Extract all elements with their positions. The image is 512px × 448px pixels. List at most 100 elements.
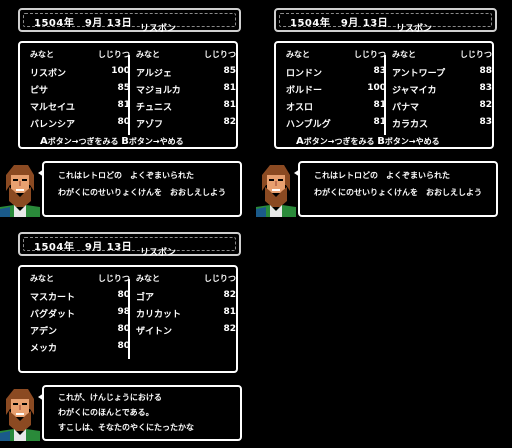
dialogue-line: わがくにのせいりょくけんを おおしえしよう (314, 188, 482, 197)
port-name: アルジェ (136, 69, 172, 79)
table-row: カリカット 81 (136, 307, 236, 324)
support-table: みなと しじりつ リスボン 100 ピサ 85 マルセイユ 81 バレンシア 80 みなと しじりつア… (18, 41, 238, 149)
table-row: マルセイユ 81 (30, 100, 130, 117)
port-name: カラカス (392, 120, 429, 130)
a-button-hint: ボタン→つぎをみる (47, 137, 119, 146)
port-name: ザイトン (136, 327, 173, 337)
date-label: 1504年 9月 13日 (34, 242, 133, 253)
support-header: しじりつ (353, 50, 386, 59)
support-value: 85 (223, 66, 236, 76)
dialogue-line: これはレトロどの よくぞまいられた (314, 171, 450, 180)
table-header-row: みなと しじりつ (30, 273, 130, 290)
port-name: オスロ (286, 103, 314, 113)
support-header: しじりつ (203, 50, 236, 59)
king-portrait (256, 161, 296, 217)
port-header: みなと (392, 50, 416, 59)
date-label: 1504年 9月 13日 (34, 18, 133, 29)
port-name: メッカ (30, 344, 58, 354)
table-row: チュニス 81 (136, 100, 236, 117)
table-row: アルジェ 85 (136, 66, 236, 83)
table-row: バグダット 98 (30, 307, 130, 324)
king-portrait-icon (256, 161, 296, 217)
table-header-row: みなと しじりつ (136, 273, 236, 290)
support-value: 81 (223, 100, 236, 110)
dialogue-line: これが、けんじょうにおける (58, 393, 162, 402)
port-name: バグダット (30, 310, 76, 320)
table-row: オスロ 81 (286, 100, 386, 117)
support-header: しじりつ (459, 50, 492, 59)
support-column-left: みなと しじりつ リスボン 100 ピサ 85 マルセイユ 81 バレンシア 80 (30, 49, 130, 134)
a-button-label: A (40, 136, 48, 147)
port-name: ボルドー (286, 86, 323, 96)
table-row: アゾフ 82 (136, 117, 236, 134)
table-row: カラカス 83 (392, 117, 492, 134)
support-column-right: みなと しじりつ アルジェ 85 マジョルカ 81 チュニス 81 アゾフ 82 (136, 49, 236, 134)
support-value: 81 (223, 307, 236, 317)
table-header-row: みなと しじりつ (392, 49, 492, 66)
column-divider (384, 55, 386, 135)
king-portrait-icon (0, 161, 40, 217)
support-table: みなと しじりつ ロンドン 83 ボルドー 100 オスロ 81 ハンブルグ 81 みなと しじりつア… (274, 41, 494, 149)
support-column-right: みなと しじりつゴア 82 カリカット 81 ザイトン 82 (136, 273, 236, 341)
port-header: みなと (136, 274, 160, 283)
info-panel: 1504年 9月 13日 リスボン みなと しじりつ マスカート 80 バグダット 98 アデン… (0, 232, 256, 448)
table-row: リスボン 100 (30, 66, 130, 83)
b-button-label: B (121, 136, 129, 147)
support-value: 82 (223, 324, 236, 334)
a-button-hint: ボタン→つぎをみる (303, 137, 375, 146)
support-column-left: みなと しじりつ ロンドン 83 ボルドー 100 オスロ 81 ハンブルグ 81 (286, 49, 386, 134)
dialogue-line: すこしは、そなたのやくにたったかな (58, 423, 194, 432)
city-label: リスボン (140, 248, 177, 258)
port-name: パナマ (392, 103, 420, 113)
table-row: パナマ 82 (392, 100, 492, 117)
info-panel: 1504年 9月 13日 リスボン みなと しじりつ リスボン 100 ピサ 85 マルセイユ 8… (0, 8, 256, 224)
port-name: マジョルカ (136, 86, 181, 96)
dialogue-box[interactable]: これはレトロどの よくぞまいられたわがくにのせいりょくけんを おおしえしよう (298, 161, 498, 217)
table-header-row: みなと しじりつ (136, 49, 236, 66)
table-row: ピサ 85 (30, 83, 130, 100)
support-value: 82 (223, 290, 236, 300)
support-header: しじりつ (97, 274, 130, 283)
king-portrait-icon (0, 385, 40, 441)
king-portrait (0, 161, 40, 217)
table-header-row: みなと しじりつ (30, 49, 130, 66)
port-name: マルセイユ (30, 103, 75, 113)
table-row: ボルドー 100 (286, 83, 386, 100)
dialogue-line: これはレトロどの よくぞまいられた (58, 171, 194, 180)
port-header: みなと (30, 274, 54, 283)
support-value: 83 (479, 117, 492, 127)
port-header: みなと (286, 50, 310, 59)
table-row: ロンドン 83 (286, 66, 386, 83)
port-name: アゾフ (136, 120, 164, 130)
dialogue-box[interactable]: これはレトロどの よくぞまいられたわがくにのせいりょくけんを おおしえしよう (42, 161, 242, 217)
port-name: カリカット (136, 310, 182, 320)
date-header: 1504年 9月 13日 リスボン (18, 232, 241, 258)
column-divider (128, 55, 130, 135)
table-row: ジャマイカ 83 (392, 83, 492, 100)
a-button-label: A (296, 136, 304, 147)
table-row: アントワープ 88 (392, 66, 492, 83)
port-name: チュニス (136, 103, 173, 113)
port-name: ゴア (136, 293, 155, 303)
b-button-hint: ボタン→やめる (128, 137, 184, 146)
port-name: ピサ (30, 86, 49, 96)
support-value: 88 (479, 66, 492, 76)
table-row: マスカート 80 (30, 290, 130, 307)
button-hints: Aボタン→つぎをみる Bボタン→やめる (296, 136, 440, 147)
date-header: 1504年 9月 13日 リスボン (18, 8, 241, 34)
support-value: 82 (223, 117, 236, 127)
dialogue-box[interactable]: これが、けんじょうにおける わがくにのほんとである。 すこしは、そなたのやくにたった… (42, 385, 242, 441)
date-label: 1504年 9月 13日 (290, 18, 389, 29)
port-name: ハンブルグ (286, 120, 331, 130)
table-row: マジョルカ 81 (136, 83, 236, 100)
dialogue-line: わがくにのせいりょくけんを おおしえしよう (58, 188, 226, 197)
button-hints: Aボタン→つぎをみる Bボタン→やめる (40, 136, 184, 147)
port-name: リスボン (30, 69, 67, 79)
port-name: ジャマイカ (392, 86, 437, 96)
port-name: アントワープ (392, 69, 446, 79)
support-header: しじりつ (203, 274, 236, 283)
city-label: リスボン (396, 24, 433, 34)
table-row: アデン 80 (30, 324, 130, 341)
support-value: 82 (479, 100, 492, 110)
support-value: 83 (479, 83, 492, 93)
